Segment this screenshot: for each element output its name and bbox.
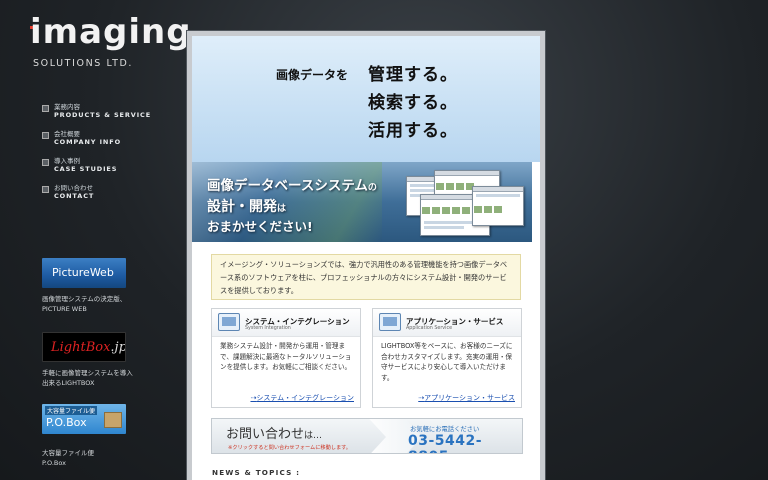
feature-banner[interactable]: 画像データベースシステムの 設計・開発は おまかせください!	[192, 162, 532, 242]
software-screenshot	[472, 186, 524, 226]
application-window-icon	[379, 313, 401, 331]
feature-heading-particle: は	[277, 204, 287, 214]
contact-note: ※クリックすると問い合わせフォームに移動します。	[228, 445, 351, 451]
nav-label-jp: 導入事例	[54, 157, 80, 165]
monitor-icon	[218, 313, 240, 331]
parcel-box-icon	[104, 412, 122, 428]
hero-line-search: 検索する。	[368, 93, 458, 113]
card-body: LIGHTBOX等をベースに、お客様のニーズに合わせカスタマイズします。充実の運…	[381, 342, 513, 382]
intro-text-box: イメージング・ソリューションズでは、強力で汎用性のある管理機能を持つ画像データベ…	[211, 254, 521, 300]
lightbox-caption: 手軽に画像管理システムを導入 出来るLIGHTBOX	[42, 368, 152, 388]
main-content-panel: 画像データを 管理する。 検索する。 活用する。 画像データベースシステムの 設…	[186, 30, 546, 480]
feature-heading-1: 画像データベースシステムの	[207, 174, 377, 194]
nav-label-jp: 業務内容	[54, 103, 80, 111]
card-subtitle: System Integration	[245, 326, 291, 331]
caption-line: 出来るLIGHTBOX	[42, 379, 95, 387]
caption-line: PICTURE WEB	[42, 305, 87, 313]
nav-item-company[interactable]: 会社概要 COMPANY INFO	[42, 130, 172, 157]
hero-prefix: 画像データを	[276, 68, 349, 82]
contact-title-suffix: は…	[304, 431, 323, 441]
nav-label-en: CONTACT	[54, 192, 95, 200]
phone-label: お気軽にお電話ください	[410, 426, 480, 433]
square-bullet-icon	[42, 186, 49, 193]
nav-label-jp: お問い合わせ	[54, 184, 93, 192]
pobox-caption: 大容量ファイル便 P.O.Box	[42, 448, 152, 468]
nav-label-jp: 会社概要	[54, 130, 80, 138]
caption-line: P.O.Box	[42, 459, 66, 467]
banner-text: P.O.Box	[46, 416, 87, 429]
application-service-link[interactable]: アプリケーション・サービス	[418, 393, 515, 403]
pictureweb-caption: 画像管理システムの決定版、 PICTURE WEB	[42, 294, 152, 314]
banner-text: PictureWeb	[52, 266, 114, 279]
feature-heading-2: 設計・開発は	[207, 196, 286, 216]
logo-wordmark: imaging	[30, 12, 192, 52]
banner-tag: 大容量ファイル便	[45, 406, 98, 415]
company-logo[interactable]: imaging SOLUTIONS LTD.	[30, 12, 191, 74]
card-subtitle: Application Service	[406, 326, 453, 331]
hero-line-manage: 管理する。	[368, 65, 458, 85]
contact-banner[interactable]: お問い合わせは… ※クリックすると問い合わせフォームに移動します。 お気軽にお電…	[211, 418, 523, 454]
feature-heading-particle: の	[367, 183, 377, 193]
nav-label-en: PRODUCTS & SERVICE	[54, 111, 152, 119]
application-service-card[interactable]: アプリケーション・サービス Application Service LIGHTB…	[372, 308, 522, 408]
card-body: 業務システム設計・開発から運用・管理まで、課題解決に最適なトータルソリューション…	[220, 342, 352, 371]
system-integration-card[interactable]: システム・インテグレーション System Integration 業務システム…	[211, 308, 361, 408]
hero-section: 画像データを 管理する。 検索する。 活用する。	[192, 36, 540, 162]
caption-line: 大容量ファイル便	[42, 449, 94, 457]
square-bullet-icon	[42, 132, 49, 139]
feature-heading-text: 設計・開発	[207, 199, 277, 215]
square-bullet-icon	[42, 105, 49, 112]
nav-label-en: COMPANY INFO	[54, 138, 121, 146]
nav-item-contact[interactable]: お問い合わせ CONTACT	[42, 184, 172, 211]
caption-line: 画像管理システムの決定版、	[42, 295, 127, 303]
lightbox-banner[interactable]: LightBox.jp	[42, 332, 126, 362]
hero-line-utilize: 活用する。	[368, 121, 458, 141]
logo-subtitle: SOLUTIONS LTD.	[33, 58, 134, 69]
caption-line: 手軽に画像管理システムを導入	[42, 369, 133, 377]
nav-item-cases[interactable]: 導入事例 CASE STUDIES	[42, 157, 172, 184]
system-integration-link[interactable]: システム・インテグレーション	[250, 393, 354, 403]
nav-label-en: CASE STUDIES	[54, 165, 118, 173]
feature-heading-text: 画像データベースシステム	[207, 178, 368, 194]
feature-heading-3: おまかせください!	[207, 219, 313, 234]
square-bullet-icon	[42, 159, 49, 166]
main-nav: 業務内容 PRODUCTS & SERVICE 会社概要 COMPANY INF…	[42, 103, 172, 211]
nav-item-products[interactable]: 業務内容 PRODUCTS & SERVICE	[42, 103, 172, 130]
contact-title: お問い合わせは…	[226, 423, 322, 442]
banner-text-suffix: .jp	[110, 340, 126, 355]
pobox-banner[interactable]: 大容量ファイル便 P.O.Box	[42, 404, 126, 434]
phone-number: 03-5442-8805	[408, 433, 483, 453]
contact-title-text: お問い合わせ	[226, 427, 305, 442]
news-heading: NEWS & TOPICS :	[212, 468, 301, 477]
pictureweb-banner[interactable]: PictureWeb	[42, 258, 126, 288]
banner-text: LightBox	[51, 340, 111, 355]
